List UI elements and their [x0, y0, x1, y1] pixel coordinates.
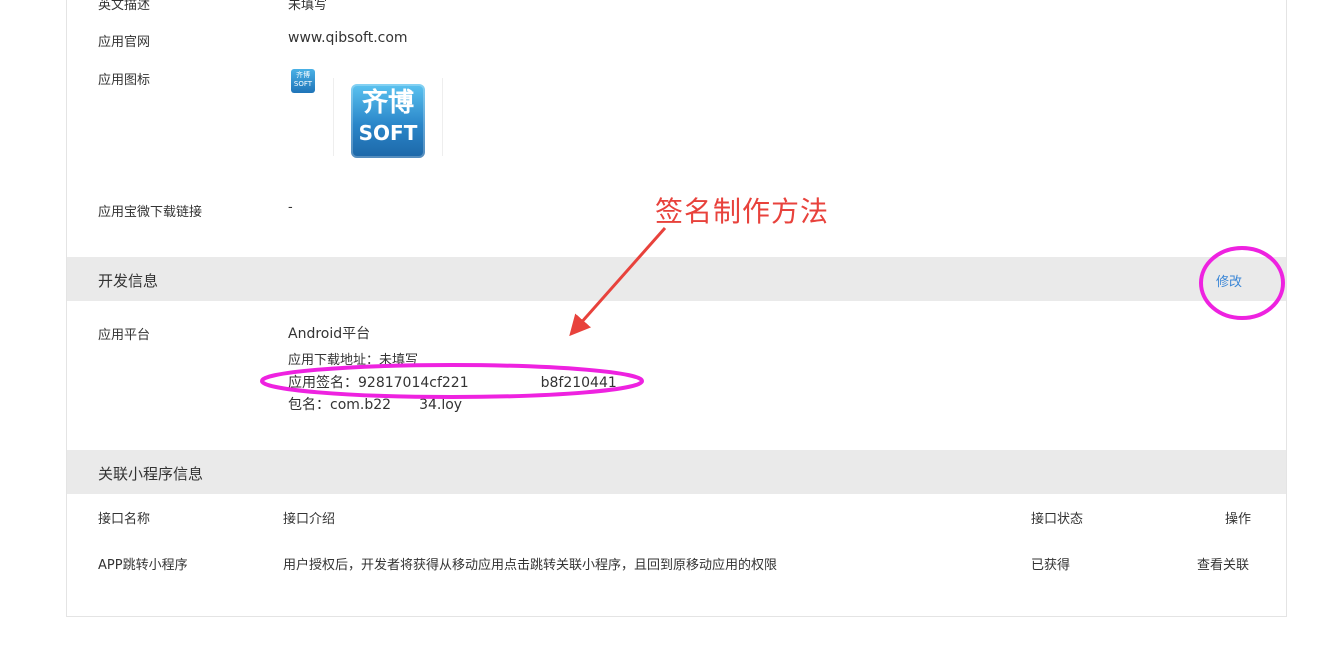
app-icon-small-cn: 齐博	[296, 71, 310, 79]
platform-label: 应用平台	[98, 328, 151, 343]
yyb-link-value: -	[288, 200, 293, 215]
edit-link[interactable]: 修改	[1216, 271, 1242, 290]
platform-value: Android平台	[288, 326, 371, 342]
col-header-desc: 接口介绍	[283, 512, 336, 527]
icon-label: 应用图标	[98, 73, 151, 88]
annotation-text: 签名制作方法	[655, 195, 830, 228]
col-header-name: 接口名称	[98, 512, 151, 527]
signature-prefix: 应用签名：	[288, 375, 358, 391]
col-header-status: 接口状态	[1031, 512, 1084, 527]
app-icon-small: 齐博 SOFT	[291, 69, 315, 93]
app-icon-large-en: SOFT	[358, 121, 418, 145]
download-address: 应用下载地址：未填写	[288, 353, 419, 368]
interface-name: APP跳转小程序	[98, 558, 188, 573]
view-link-button[interactable]: 查看关联	[1197, 554, 1249, 573]
app-icon-small-en: SOFT	[293, 80, 313, 88]
app-detail-card	[66, 0, 1287, 617]
package-part1: com.b22	[330, 397, 392, 413]
package-prefix: 包名：	[288, 397, 330, 413]
signature-part2: b8f210441	[540, 375, 617, 391]
english-desc-label: 英文描述	[98, 0, 151, 13]
dev-section-title: 开发信息	[98, 272, 159, 290]
interface-status: 已获得	[1031, 558, 1071, 573]
english-desc-value: 未填写	[288, 0, 328, 13]
app-icon-large-cn: 齐博	[361, 88, 414, 118]
website-value: www.qibsoft.com	[288, 30, 408, 46]
website-label: 应用官网	[98, 35, 151, 50]
mini-section-header: 关联小程序信息	[67, 450, 1286, 494]
interface-desc: 用户授权后，开发者将获得从移动应用点击跳转关联小程序，且回到原移动应用的权限	[283, 558, 778, 573]
signature-redaction	[468, 376, 541, 390]
mini-section-title: 关联小程序信息	[98, 465, 204, 483]
package-part2: 34.loy	[419, 397, 463, 413]
app-icon-large: 齐博 SOFT	[351, 84, 425, 158]
package-redaction	[391, 398, 420, 412]
package-name: 包名：com.b22 34.loy	[288, 394, 462, 414]
yyb-link-label: 应用宝微下载链接	[98, 205, 203, 220]
app-icon-large-frame: 齐博 SOFT	[333, 78, 443, 158]
signature-part1: 92817014cf221	[358, 375, 469, 391]
dev-section-header: 开发信息 修改	[67, 257, 1286, 301]
col-header-action: 操作	[1225, 512, 1252, 527]
app-signature: 应用签名：92817014cf221 b8f210441	[288, 372, 617, 392]
